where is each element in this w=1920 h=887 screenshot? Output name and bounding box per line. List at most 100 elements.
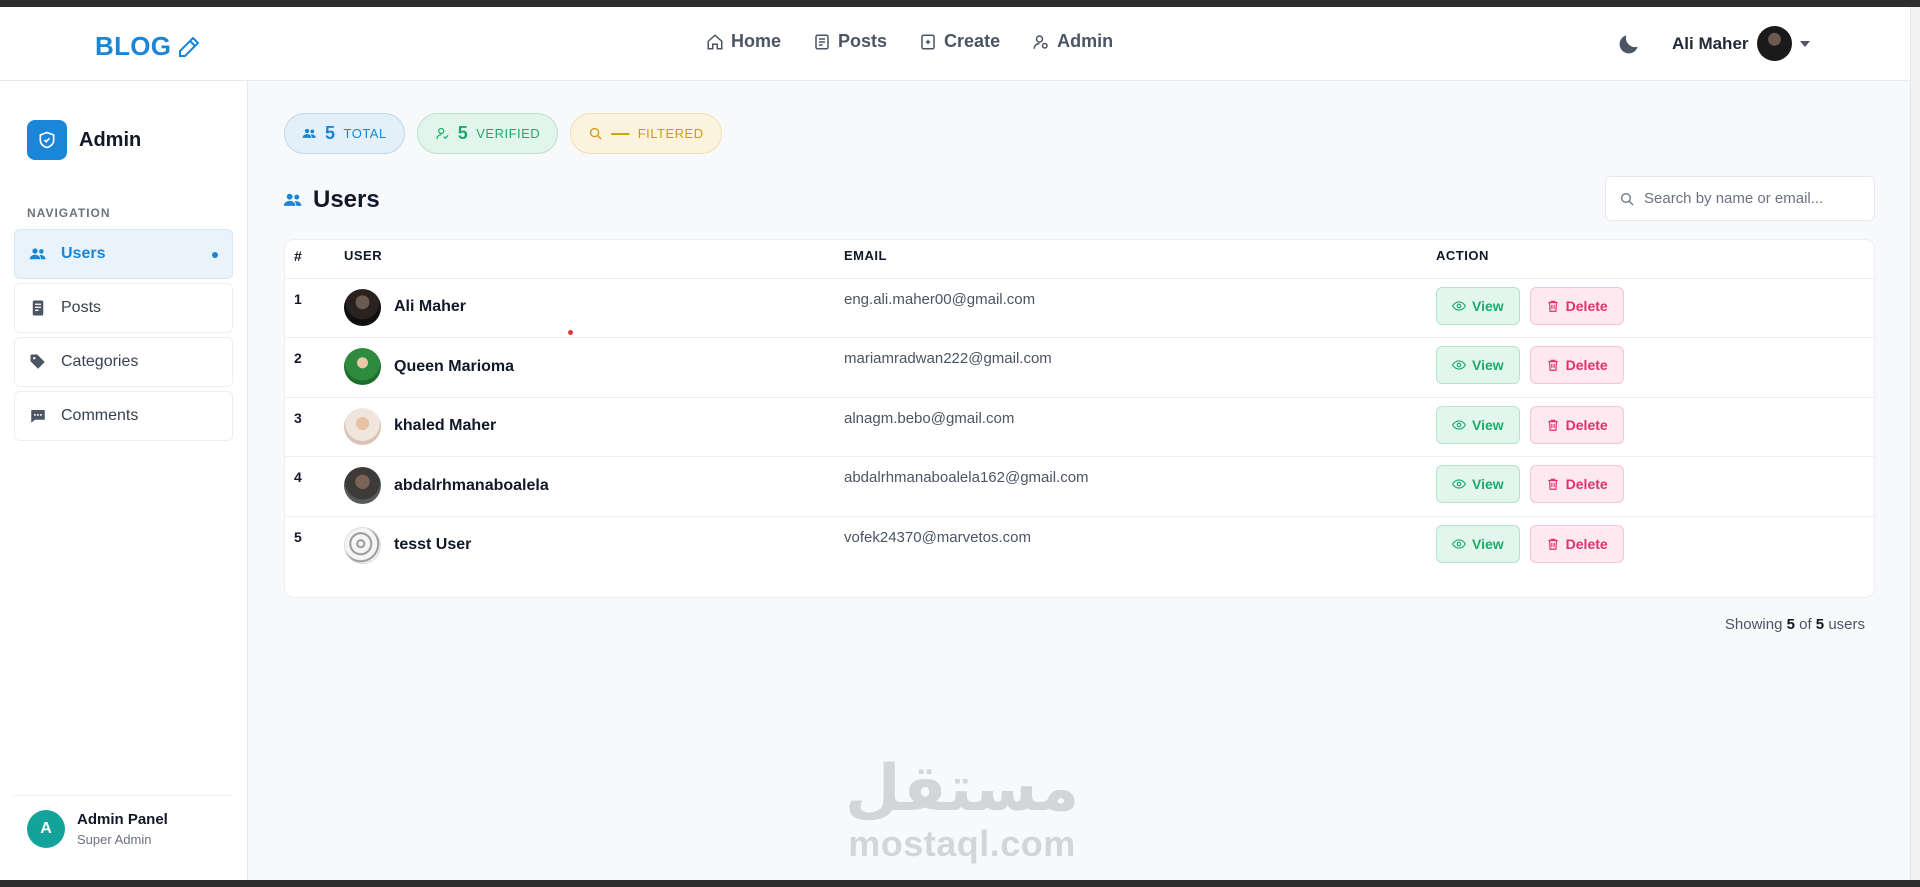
showing-count: Showing 5 of 5 users: [1725, 616, 1865, 633]
sidebar-item-users[interactable]: Users: [14, 229, 233, 279]
table-row: 5 tesst User vofek24370@marvetos.com Vie…: [285, 515, 1874, 576]
brand-text: BLOG: [95, 31, 172, 61]
chevron-down-icon[interactable]: [1799, 40, 1810, 47]
admin-panel-name: Admin Panel: [77, 811, 168, 828]
trash-icon: [1547, 538, 1558, 550]
create-icon: [921, 34, 935, 49]
active-indicator-dot: [212, 252, 218, 258]
eye-icon: [1452, 300, 1466, 311]
avatar: [344, 526, 381, 564]
stat-verified: 5 VERIFIED: [416, 113, 559, 154]
main-nav: Home Posts Create Admin: [706, 31, 1113, 52]
eye-icon: [1452, 479, 1466, 489]
delete-button[interactable]: Delete: [1529, 286, 1624, 325]
comment-icon: [31, 410, 45, 423]
search-box[interactable]: [1605, 176, 1875, 221]
sidebar-item-label: Categories: [61, 353, 139, 370]
sidebar-section-label: NAVIGATION: [27, 206, 111, 220]
trash-icon: [1547, 359, 1558, 371]
posts-icon: [815, 34, 829, 49]
sidebar-footer: A Admin Panel Super Admin: [14, 795, 233, 848]
showing-total: 5: [1815, 616, 1825, 633]
trash-icon: [1547, 478, 1558, 490]
brand-logo[interactable]: BLOG: [95, 31, 201, 62]
posts-icon: [32, 300, 44, 316]
shield-icon: [27, 120, 67, 160]
view-label: View: [1472, 357, 1504, 373]
user-name: Ali Maher: [394, 298, 467, 315]
sidebar-item-comments[interactable]: Comments: [14, 391, 233, 441]
user-email: alnagm.bebo@gmail.com: [844, 396, 1436, 457]
sidebar-item-label: Users: [61, 245, 106, 262]
col-header-email: EMAIL: [844, 248, 887, 263]
row-actions: View Delete: [1436, 338, 1874, 384]
stat-filtered-label: FILTERED: [637, 126, 704, 141]
view-label: View: [1472, 535, 1504, 552]
user-email: vofek24370@marvetos.com: [844, 515, 1436, 576]
users-table-card: # USER EMAIL ACTION 1 Ali Maher eng.ali.…: [284, 239, 1875, 598]
watermark-arabic: مستقل: [845, 752, 1080, 826]
view-button[interactable]: View: [1436, 286, 1520, 325]
showing-shown: 5: [1786, 616, 1795, 633]
nav-user-area: Ali Maher: [1616, 26, 1810, 61]
admin-avatar: A: [27, 810, 65, 848]
user-cell: khaled Maher: [344, 398, 844, 445]
stats-pills: 5 TOTAL 5 VERIFIED — FILTERED: [284, 113, 722, 154]
stat-total-label: TOTAL: [343, 126, 387, 141]
row-number: 3: [285, 396, 344, 457]
sidebar-item-posts[interactable]: Posts: [14, 283, 233, 333]
table-row: 4 abdalrhmanaboalela abdalrhmanaboalela1…: [285, 456, 1874, 516]
nav-create-label: Create: [944, 31, 1001, 51]
view-button[interactable]: View: [1436, 524, 1520, 563]
row-actions: View Delete: [1436, 517, 1874, 563]
cursor-dot: [568, 330, 573, 335]
user-cell: tesst User: [344, 517, 844, 564]
trash-icon: [1547, 419, 1558, 431]
view-button[interactable]: View: [1436, 465, 1520, 503]
page-heading: Users: [283, 186, 380, 214]
user-name: Queen Marioma: [394, 357, 515, 375]
nav-create[interactable]: Create: [919, 31, 1000, 52]
sidebar-nav: Users Posts Categories Comments: [14, 229, 233, 441]
sidebar-item-categories[interactable]: Categories: [14, 337, 233, 387]
delete-button[interactable]: Delete: [1529, 524, 1624, 563]
eye-icon: [1452, 360, 1466, 370]
user-cell: abdalrhmanaboalela: [344, 457, 844, 504]
avatar: [344, 348, 381, 385]
delete-button[interactable]: Delete: [1529, 465, 1624, 503]
col-header-action: ACTION: [1436, 248, 1489, 263]
row-actions: View Delete: [1436, 398, 1874, 444]
view-button[interactable]: View: [1436, 405, 1520, 444]
moon-icon[interactable]: [1616, 31, 1642, 57]
delete-button[interactable]: Delete: [1529, 405, 1624, 444]
nav-admin[interactable]: Admin: [1032, 31, 1113, 52]
col-header-user: USER: [344, 248, 383, 263]
users-icon: [302, 128, 316, 138]
view-button[interactable]: View: [1436, 346, 1520, 384]
scrollbar[interactable]: [1910, 7, 1920, 880]
watermark: مستقل mostaql.com: [845, 757, 1079, 865]
sidebar-item-label: Comments: [61, 407, 139, 424]
nav-avatar[interactable]: [1756, 26, 1792, 61]
users-table: # USER EMAIL ACTION 1 Ali Maher eng.ali.…: [285, 240, 1874, 576]
sidebar-title: Admin: [79, 128, 142, 151]
user-cell: Ali Maher: [344, 279, 844, 326]
delete-label: Delete: [1565, 357, 1608, 373]
nav-user-name[interactable]: Ali Maher: [1672, 34, 1749, 54]
nav-home[interactable]: Home: [706, 31, 781, 52]
users-icon: [283, 193, 302, 206]
row-number: 5: [285, 515, 344, 576]
delete-button[interactable]: Delete: [1529, 346, 1624, 384]
delete-label: Delete: [1565, 535, 1608, 552]
user-email: mariamradwan222@gmail.com: [844, 337, 1436, 397]
row-number: 1: [285, 277, 344, 338]
nav-admin-label: Admin: [1057, 31, 1114, 51]
search-input[interactable]: [1644, 190, 1864, 207]
eye-icon: [1452, 538, 1466, 549]
search-icon: [590, 127, 602, 140]
row-number: 4: [285, 456, 344, 516]
delete-label: Delete: [1565, 416, 1608, 433]
showing-of: of: [1799, 616, 1812, 633]
showing-suffix: users: [1828, 616, 1865, 633]
nav-posts[interactable]: Posts: [813, 31, 887, 52]
